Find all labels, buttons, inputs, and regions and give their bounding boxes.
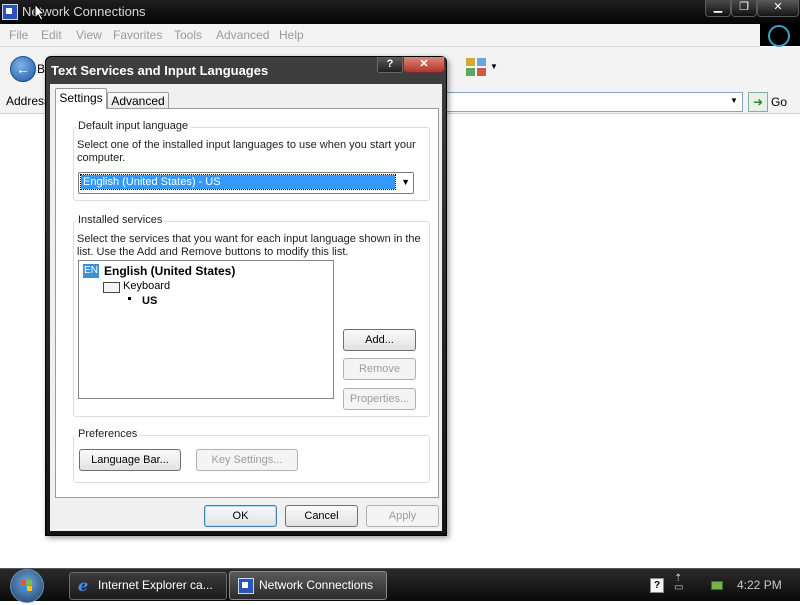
window-titlebar: Network Connections [0, 0, 800, 24]
back-button[interactable]: ← [10, 56, 36, 82]
taskbar-item-label: Internet Explorer ca... [98, 578, 213, 592]
taskbar-item-ie[interactable]: e Internet Explorer ca... [69, 572, 227, 600]
tab-settings[interactable]: Settings [55, 88, 107, 109]
go-button[interactable]: Go [771, 95, 787, 109]
maximize-button[interactable]: ❐ [731, 0, 757, 17]
installed-services-group-label: Installed services [76, 214, 165, 226]
menu-help[interactable]: Help [279, 28, 304, 42]
back-arrow-icon: ← [16, 61, 30, 77]
address-label: Address [6, 94, 51, 108]
chevron-down-icon: ▼ [401, 177, 410, 187]
dialog-title: Text Services and Input Languages [51, 63, 269, 78]
language-badge: EN [83, 264, 99, 278]
views-dropdown-icon[interactable]: ▼ [490, 62, 498, 71]
ok-button[interactable]: OK [204, 505, 277, 527]
remove-button[interactable]: Remove [343, 358, 416, 380]
back-label[interactable]: B [37, 62, 45, 76]
language-bar-button[interactable]: Language Bar... [79, 449, 181, 471]
cancel-button[interactable]: Cancel [285, 505, 358, 527]
menu-bar: File Edit View Favorites Tools Advanced … [0, 24, 760, 47]
default-input-description: Select one of the installed input langua… [77, 139, 416, 164]
text-services-dialog: Text Services and Input Languages ? ✕ Se… [45, 56, 447, 536]
network-tray-icon[interactable] [711, 578, 725, 590]
services-tree[interactable]: EN English (United States) Keyboard US [78, 260, 334, 399]
installed-services-description: Select the services that you want for ea… [77, 233, 421, 258]
windows-logo-icon [760, 24, 800, 47]
address-dropdown-icon[interactable]: ▼ [726, 92, 742, 110]
menu-view[interactable]: View [76, 28, 102, 42]
tree-keyboard-item[interactable]: Keyboard [123, 280, 170, 292]
default-language-select[interactable]: English (United States) - US ▼ [78, 172, 414, 194]
internet-explorer-icon: e [78, 576, 89, 595]
taskbar-item-network[interactable]: Network Connections [229, 571, 387, 600]
mouse-cursor-icon [34, 3, 46, 21]
close-window-button[interactable]: ✕ [757, 0, 799, 17]
tree-language-item[interactable]: English (United States) [104, 264, 235, 278]
clock[interactable]: 4:22 PM [737, 578, 782, 592]
default-language-value: English (United States) - US [80, 174, 396, 190]
start-button[interactable] [10, 569, 44, 603]
windows-flag-icon [21, 580, 32, 591]
properties-button[interactable]: Properties... [343, 388, 416, 410]
menu-file[interactable]: File [9, 28, 28, 42]
bullet-icon [128, 297, 131, 300]
tab-advanced[interactable]: Advanced [107, 92, 169, 109]
help-button[interactable]: ? [377, 57, 403, 73]
default-input-group-label: Default input language [76, 120, 191, 132]
address-input[interactable] [447, 92, 743, 112]
views-icon[interactable] [466, 58, 488, 78]
keyboard-tray-icon[interactable]: ⇡ ▭ [674, 574, 683, 593]
menu-edit[interactable]: Edit [41, 28, 62, 42]
taskbar-item-label: Network Connections [259, 578, 374, 592]
menu-favorites[interactable]: Favorites [113, 28, 162, 42]
apply-button[interactable]: Apply [366, 505, 439, 527]
key-settings-button[interactable]: Key Settings... [196, 449, 298, 471]
dialog-close-button[interactable]: ✕ [403, 57, 445, 73]
menu-advanced[interactable]: Advanced [216, 28, 269, 42]
dialog-body: Settings Advanced Default input language… [50, 84, 442, 531]
minimize-button[interactable]: ▁ [705, 0, 731, 17]
preferences-group-label: Preferences [76, 428, 140, 440]
tree-layout-item[interactable]: US [142, 295, 157, 307]
keyboard-icon [103, 282, 120, 293]
go-arrow-icon[interactable]: ➜ [748, 92, 768, 112]
menu-tools[interactable]: Tools [174, 28, 202, 42]
network-connections-icon [2, 4, 18, 20]
network-connections-icon [238, 578, 254, 594]
settings-panel: Default input language Select one of the… [55, 108, 439, 498]
help-tray-icon[interactable]: ? [650, 578, 664, 593]
add-button[interactable]: Add... [343, 329, 416, 351]
